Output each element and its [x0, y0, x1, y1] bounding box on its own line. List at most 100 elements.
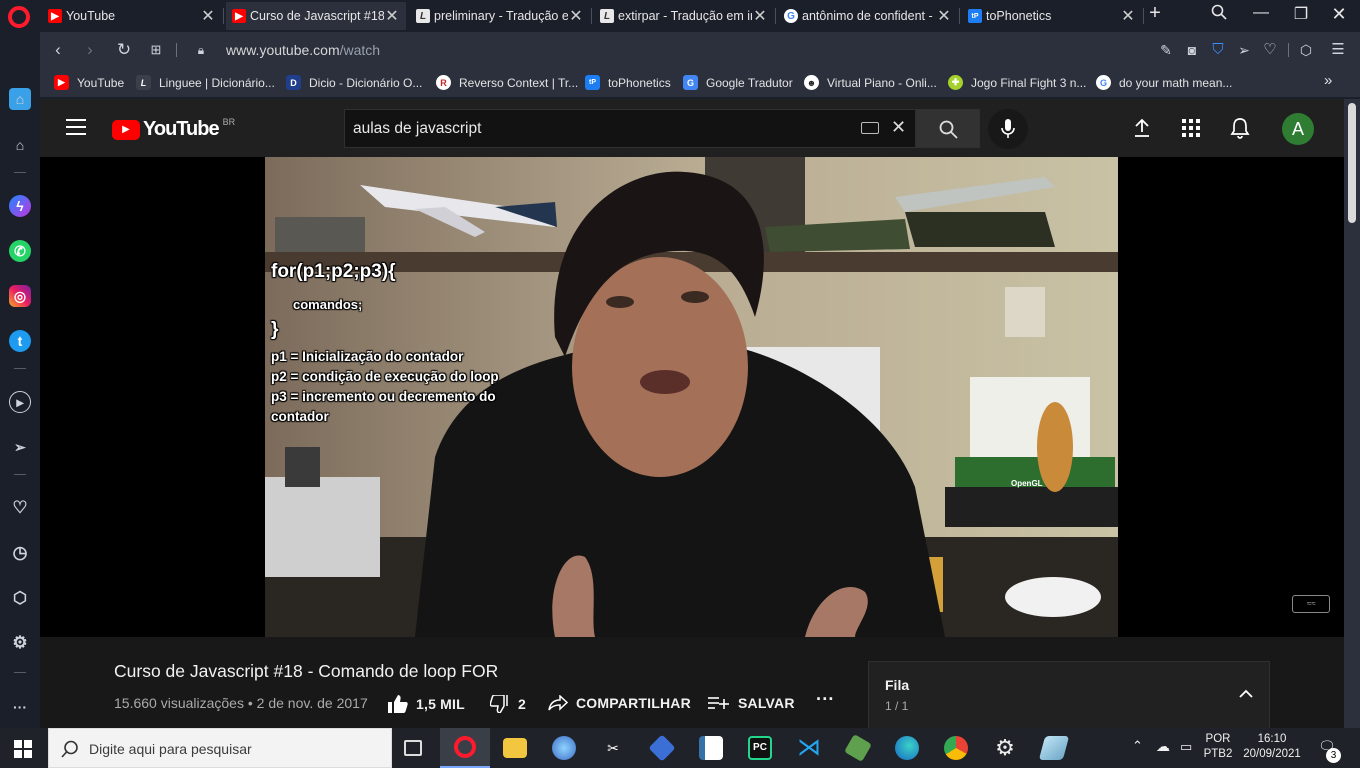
tabs-grid-icon[interactable]: ⊞: [146, 40, 166, 60]
like-button[interactable]: 1,5 MIL: [388, 695, 465, 713]
channel-watermark-logo[interactable]: ≈≈: [1292, 595, 1330, 613]
more-actions-icon[interactable]: ···: [816, 689, 835, 710]
bookmarks-overflow-icon[interactable]: »: [1324, 72, 1332, 89]
extensions-cube-icon[interactable]: ⬡: [1296, 40, 1316, 60]
window-close-icon[interactable]: ✕: [1326, 4, 1352, 26]
easy-setup-icon[interactable]: ☰: [1328, 40, 1348, 60]
search-button[interactable]: [916, 109, 980, 148]
video-player[interactable]: for(p1;p2;p3){ comandos; } p1 = Iniciali…: [40, 157, 1344, 637]
bookmark-linguee[interactable]: L Linguee | Dicionário...: [136, 75, 275, 90]
voice-search-button[interactable]: [988, 109, 1028, 149]
send-flow-icon[interactable]: ➢: [1234, 40, 1254, 60]
camera-icon[interactable]: ◙: [1182, 40, 1202, 60]
onedrive-cloud-icon[interactable]: ☁: [1156, 738, 1170, 755]
bookmark-math[interactable]: Gdo your math mean...: [1096, 75, 1232, 90]
settings-gear-icon[interactable]: ⚙: [9, 632, 31, 654]
vpn-shield-icon[interactable]: ⛉: [1208, 40, 1228, 60]
settings-gear-icon[interactable]: ⚙: [993, 736, 1017, 760]
bookmark-dicio[interactable]: D Dicio - Dicionário O...: [286, 75, 422, 90]
share-edit-icon[interactable]: ✎: [1156, 40, 1176, 60]
apps-grid-icon[interactable]: [1182, 119, 1200, 142]
send-icon[interactable]: ➢: [9, 436, 31, 458]
hamburger-menu-icon[interactable]: [66, 119, 86, 135]
chevron-up-icon[interactable]: [1239, 686, 1253, 704]
history-clock-icon[interactable]: ◷: [9, 542, 31, 564]
nodejs-icon[interactable]: [844, 734, 872, 762]
snipping-tool-icon[interactable]: ✂: [601, 736, 625, 760]
new-tab-plus-icon[interactable]: +: [1142, 2, 1168, 24]
minimize-icon[interactable]: —: [1248, 4, 1274, 26]
file-explorer-icon[interactable]: [503, 738, 527, 758]
restore-icon[interactable]: ❐: [1288, 4, 1314, 26]
taskbar-opera-button[interactable]: [440, 728, 490, 768]
sidebar-divider: [14, 172, 26, 173]
tab-antonimo[interactable]: G antônimo de confident - ✕: [778, 2, 958, 30]
tab-youtube[interactable]: ▶ YouTube ✕: [42, 2, 222, 30]
bookmark-heart-icon[interactable]: ♡: [1260, 40, 1280, 60]
share-button[interactable]: COMPARTILHAR: [548, 695, 691, 711]
back-icon[interactable]: ‹: [48, 40, 68, 60]
save-button[interactable]: SALVAR: [708, 695, 795, 711]
extensions-cube-icon[interactable]: ⬡: [9, 587, 31, 609]
opera-menu-icon[interactable]: [8, 6, 30, 28]
create-upload-icon[interactable]: [1133, 118, 1151, 143]
windows-start-icon[interactable]: [14, 740, 32, 763]
close-icon[interactable]: ✕: [568, 6, 584, 26]
tab-tophonetics[interactable]: tP toPhonetics ✕: [962, 2, 1142, 30]
forward-icon[interactable]: ›: [80, 40, 100, 60]
reload-icon[interactable]: ↻: [114, 40, 134, 60]
pycharm-icon[interactable]: PC: [748, 736, 772, 760]
youtube-logo[interactable]: ▶ YouTube BR: [112, 117, 235, 141]
bookmark-final-fight[interactable]: ✚ Jogo Final Fight 3 n...: [948, 75, 1086, 90]
bookmark-youtube[interactable]: ▶ YouTube: [54, 75, 124, 90]
task-view-icon[interactable]: [404, 740, 422, 756]
edge-icon[interactable]: [895, 736, 919, 760]
language-indicator[interactable]: POR PTB2: [1198, 733, 1238, 760]
url-host: www.youtube.com: [226, 42, 340, 58]
instagram-icon[interactable]: ◎: [9, 285, 31, 307]
scrollbar-thumb[interactable]: [1348, 103, 1356, 223]
bookmark-virtual-piano[interactable]: ☻ Virtual Piano - Onli...: [804, 75, 937, 90]
notifications-bell-icon[interactable]: [1230, 117, 1250, 144]
video-frame[interactable]: for(p1;p2;p3){ comandos; } p1 = Iniciali…: [265, 157, 1118, 637]
whatsapp-icon[interactable]: ✆: [9, 240, 31, 262]
messenger-icon[interactable]: ϟ: [9, 195, 31, 217]
chrome-icon[interactable]: [944, 736, 968, 760]
speed-dial-home-icon[interactable]: ⌂: [9, 88, 31, 110]
close-icon[interactable]: ✕: [1120, 6, 1136, 26]
close-icon[interactable]: ✕: [936, 6, 952, 26]
tab-extirpar[interactable]: L extirpar - Tradução em ir ✕: [594, 2, 774, 30]
home-icon[interactable]: ⌂: [9, 134, 31, 156]
vscode-icon[interactable]: ⋊: [797, 736, 821, 760]
close-icon[interactable]: ✕: [200, 6, 216, 26]
player-icon[interactable]: ▸: [9, 391, 31, 413]
clock[interactable]: 16:10 20/09/2021: [1240, 733, 1304, 760]
paint-icon[interactable]: [552, 736, 576, 760]
twitter-icon[interactable]: t: [9, 330, 31, 352]
search-tabs-icon[interactable]: [1206, 4, 1232, 26]
network-icon[interactable]: ▭: [1180, 739, 1192, 755]
page-scrollbar[interactable]: [1344, 99, 1360, 728]
python-file-icon[interactable]: [699, 736, 723, 760]
close-icon[interactable]: ✕: [384, 6, 400, 26]
clear-search-icon[interactable]: ✕: [891, 117, 906, 138]
dislike-button[interactable]: 2: [490, 695, 526, 713]
taskbar-search-input[interactable]: Digite aqui para pesquisar: [48, 728, 392, 768]
notes-app-icon[interactable]: [1038, 736, 1070, 760]
toolbar-divider: [176, 43, 177, 57]
heart-icon[interactable]: ♡: [9, 497, 31, 519]
search-input[interactable]: aulas de javascript ✕: [344, 109, 916, 148]
more-dots-icon[interactable]: ···: [9, 696, 31, 718]
close-icon[interactable]: ✕: [752, 6, 768, 26]
bookmark-reverso[interactable]: R Reverso Context | Tr...: [436, 75, 578, 90]
avatar[interactable]: A: [1282, 113, 1314, 145]
keyboard-icon[interactable]: [861, 122, 879, 134]
url-field[interactable]: www.youtube.com/watch: [226, 42, 380, 58]
bookmark-tophonetics[interactable]: tP toPhonetics: [585, 75, 671, 90]
network-app-icon[interactable]: [648, 734, 676, 762]
tab-preliminary[interactable]: L preliminary - Tradução e ✕: [410, 2, 590, 30]
lock-icon[interactable]: 🔒︎: [191, 40, 211, 60]
tray-chevron-up-icon[interactable]: ⌃: [1132, 738, 1143, 754]
bookmark-google-tradutor[interactable]: G Google Tradutor: [683, 75, 793, 90]
tab-curso-javascript[interactable]: ▶ Curso de Javascript #18 ✕: [226, 2, 406, 30]
